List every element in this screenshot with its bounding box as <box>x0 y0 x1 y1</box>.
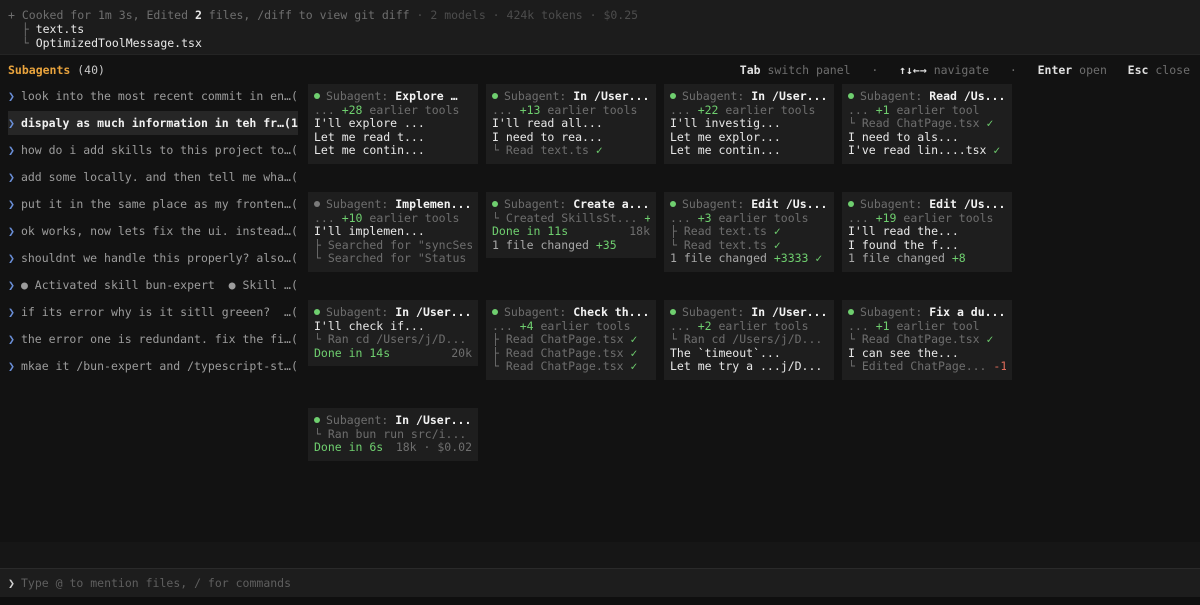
footer-strip <box>0 597 1200 605</box>
session-summary: + Cooked for 1m 3s, Edited 2 files, /dif… <box>0 0 1200 54</box>
subagent-card[interactable]: Subagent: In /User... ... +2 earlier too… <box>664 300 834 380</box>
subagent-card[interactable]: Subagent: In /User... └ Ran bun run src/… <box>308 408 478 461</box>
list-item[interactable]: ❯ put it in the same place as my fronten…… <box>8 192 298 216</box>
subagent-card[interactable]: Subagent: Implemen... ... +10 earlier to… <box>308 192 478 272</box>
changed-file[interactable]: ├ text.ts <box>8 22 84 36</box>
status-dot-icon <box>848 200 854 207</box>
shortcut-hints: Tab switch panel · ↑↓←→ navigate · Enter… <box>739 63 1190 77</box>
list-item[interactable]: ❯ mkae it /bun-expert and /typescript-st…… <box>8 354 298 378</box>
cooked-mid: files, /diff to view git diff <box>201 8 417 22</box>
subagent-count: (40) <box>77 63 105 77</box>
subagent-card[interactable]: Subagent: In /User... ... +13 earlier to… <box>486 84 656 164</box>
list-item-selected[interactable]: ❯ dispaly as much information in teh fr…(… <box>8 111 298 135</box>
chevron-right-icon: ❯ <box>8 116 15 130</box>
status-dot-icon <box>314 92 320 99</box>
chevron-right-icon: ❯ <box>8 278 15 292</box>
status-dot-icon <box>670 200 676 207</box>
chevron-right-icon: ❯ <box>8 251 15 265</box>
status-dot-icon <box>848 92 854 99</box>
chevron-right-icon: ❯ <box>8 305 15 319</box>
prompt-input[interactable]: Type @ to mention files, / for commands <box>21 576 291 590</box>
divider <box>0 542 1200 568</box>
subagent-card[interactable]: Subagent: In /User... ... +22 earlier to… <box>664 84 834 164</box>
status-dot-icon <box>492 308 498 315</box>
changed-file[interactable]: └ OptimizedToolMessage.tsx <box>8 36 202 50</box>
panel-title: Subagents (40) <box>8 63 105 77</box>
subagent-card[interactable]: Subagent: Edit /Us... ... +3 earlier too… <box>664 192 834 272</box>
chevron-right-icon: ❯ <box>8 197 15 211</box>
chevron-right-icon: ❯ <box>8 89 15 103</box>
subagents-panel: Subagents (40) Tab switch panel · ↑↓←→ n… <box>0 54 1200 543</box>
status-dot-icon <box>314 200 320 207</box>
subagent-card[interactable]: Subagent: Check th... ... +4 earlier too… <box>486 300 656 380</box>
cooked-prefix: + Cooked for 1m 3s, Edited <box>8 8 195 22</box>
status-dot-icon <box>492 92 498 99</box>
list-item[interactable]: ❯ how do i add skills to this project to…… <box>8 138 298 162</box>
list-item[interactable]: ❯ if its error why is it sitll greeen? …(… <box>8 300 298 324</box>
status-dot-icon <box>670 308 676 315</box>
prompt-chevron-icon: ❯ <box>8 576 15 590</box>
chevron-right-icon: ❯ <box>8 224 15 238</box>
status-dot-icon <box>314 416 320 423</box>
list-item[interactable]: ❯ shouldnt we handle this properly? also…… <box>8 246 298 270</box>
chevron-right-icon: ❯ <box>8 143 15 157</box>
cooked-line: + Cooked for 1m 3s, Edited 2 files, /dif… <box>8 8 638 22</box>
chevron-right-icon: ❯ <box>8 332 15 346</box>
subagent-card[interactable]: Subagent: Edit /Us... ... +19 earlier to… <box>842 192 1012 272</box>
status-dot-icon <box>314 308 320 315</box>
chevron-right-icon: ❯ <box>8 359 15 373</box>
list-item[interactable]: ❯ ● Activated skill bun-expert ● Skill …(… <box>8 273 298 297</box>
status-dot-icon <box>492 200 498 207</box>
subagent-card[interactable]: Subagent: Explore … ... +28 earlier tool… <box>308 84 478 164</box>
cooked-meta: · 2 models · 424k tokens · $0.25 <box>416 8 639 22</box>
status-dot-icon <box>670 92 676 99</box>
subagent-card[interactable]: Subagent: Fix a du... ... +1 earlier too… <box>842 300 1012 380</box>
files-count: 2 <box>194 8 202 22</box>
chevron-right-icon: ❯ <box>8 170 15 184</box>
status-dot-icon <box>848 308 854 315</box>
subagent-card[interactable]: Subagent: Create a... └ Created SkillsSt… <box>486 192 656 258</box>
subagent-card[interactable]: Subagent: Read /Us... ... +1 earlier too… <box>842 84 1012 164</box>
list-item[interactable]: ❯ look into the most recent commit in en…… <box>8 84 298 108</box>
list-item[interactable]: ❯ the error one is redundant. fix the fi…… <box>8 327 298 351</box>
list-item[interactable]: ❯ add some locally. and then tell me wha…… <box>8 165 298 189</box>
prompt-bar[interactable]: ❯ Type @ to mention files, / for command… <box>0 568 1200 597</box>
subagent-card[interactable]: Subagent: In /User... I'll check if... └… <box>308 300 478 366</box>
list-item[interactable]: ❯ ok works, now lets fix the ui. instead…… <box>8 219 298 243</box>
